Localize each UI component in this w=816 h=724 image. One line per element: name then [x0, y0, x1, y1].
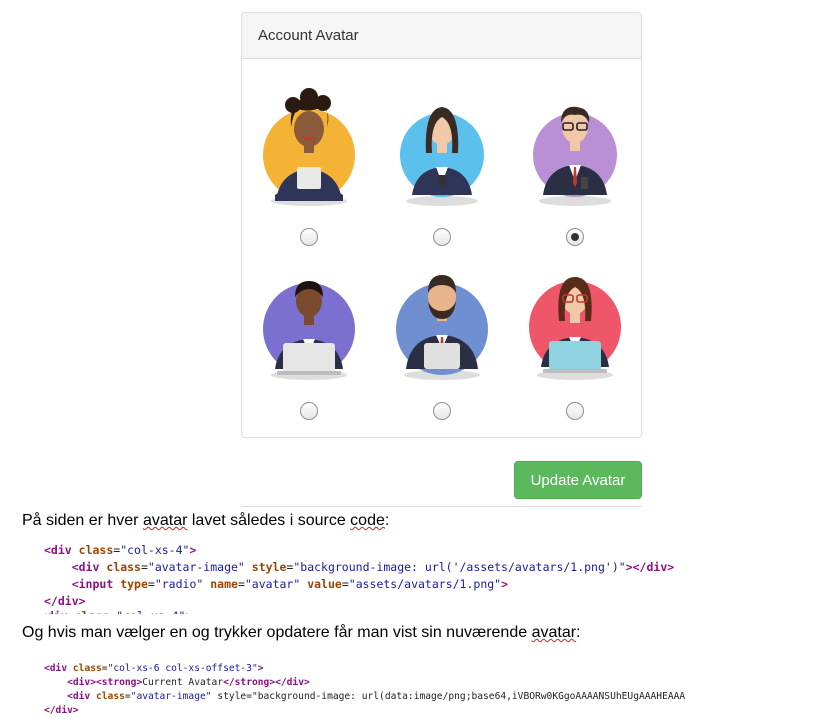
- source-code-snippet-2: <div class="col-xs-6 col-xs-offset-3"> <…: [44, 662, 758, 718]
- text1-post: :: [384, 512, 390, 529]
- code1-line: <div class="avatar-image" style="backgro…: [71, 560, 675, 574]
- code2-line: <div><strong>Current Avatar</strong></di…: [67, 677, 310, 688]
- update-avatar-button[interactable]: Update Avatar: [514, 461, 642, 499]
- avatar-6-radio[interactable]: [565, 402, 584, 420]
- divider: [241, 506, 642, 507]
- code2-line: <div class="col-xs-6 col-xs-offset-3">: [44, 663, 264, 674]
- avatar-3-image[interactable]: [519, 83, 631, 207]
- code1-cutoff-line: <div class="col-xs-4">: [40, 608, 240, 614]
- text2-post: :: [576, 624, 581, 641]
- text2-pre: Og hvis man vælger en og trykker opdater…: [22, 624, 532, 641]
- avatar-4-image[interactable]: [253, 257, 365, 381]
- avatar-option-1[interactable]: [242, 83, 375, 273]
- code1-line: <input type="radio" name="avatar" value=…: [71, 577, 509, 591]
- source-code-snippet-1: <div class="col-xs-4"> <div class="avata…: [44, 542, 674, 610]
- avatar-3-radio[interactable]: [565, 228, 584, 246]
- avatar-4-radio[interactable]: [299, 402, 318, 420]
- avatar-option-6[interactable]: [508, 257, 641, 447]
- avatar-5-image[interactable]: [386, 257, 498, 381]
- text1-word-avatar: avatar: [142, 512, 188, 529]
- avatar-6-image[interactable]: [519, 257, 631, 381]
- code2-line: <div class="avatar-image" style="backgro…: [67, 691, 686, 702]
- panel-title: Account Avatar: [242, 13, 641, 59]
- explanation-text-1: På siden er hver avatar lavet således i …: [22, 512, 389, 530]
- explanation-text-2: Og hvis man vælger en og trykker opdater…: [22, 624, 581, 642]
- avatar-1-radio[interactable]: [299, 228, 318, 246]
- avatar-option-3[interactable]: [508, 83, 641, 273]
- avatar-option-4[interactable]: [242, 257, 375, 447]
- account-avatar-panel: Account Avatar: [241, 12, 642, 438]
- text1-mid: lavet således i source: [187, 512, 351, 529]
- avatar-option-5[interactable]: [375, 257, 508, 447]
- avatar-2-image[interactable]: [386, 83, 498, 207]
- code2-line: </div>: [44, 705, 79, 716]
- text2-word-avatar: avatar: [531, 624, 577, 641]
- text1-pre: På siden er hver: [22, 512, 143, 529]
- avatar-option-2[interactable]: [375, 83, 508, 273]
- text1-word-code: code: [350, 512, 385, 529]
- code1-line: <div class="col-xs-4">: [44, 543, 197, 557]
- avatar-1-image[interactable]: [253, 83, 365, 207]
- avatar-5-radio[interactable]: [432, 402, 451, 420]
- avatar-2-radio[interactable]: [432, 228, 451, 246]
